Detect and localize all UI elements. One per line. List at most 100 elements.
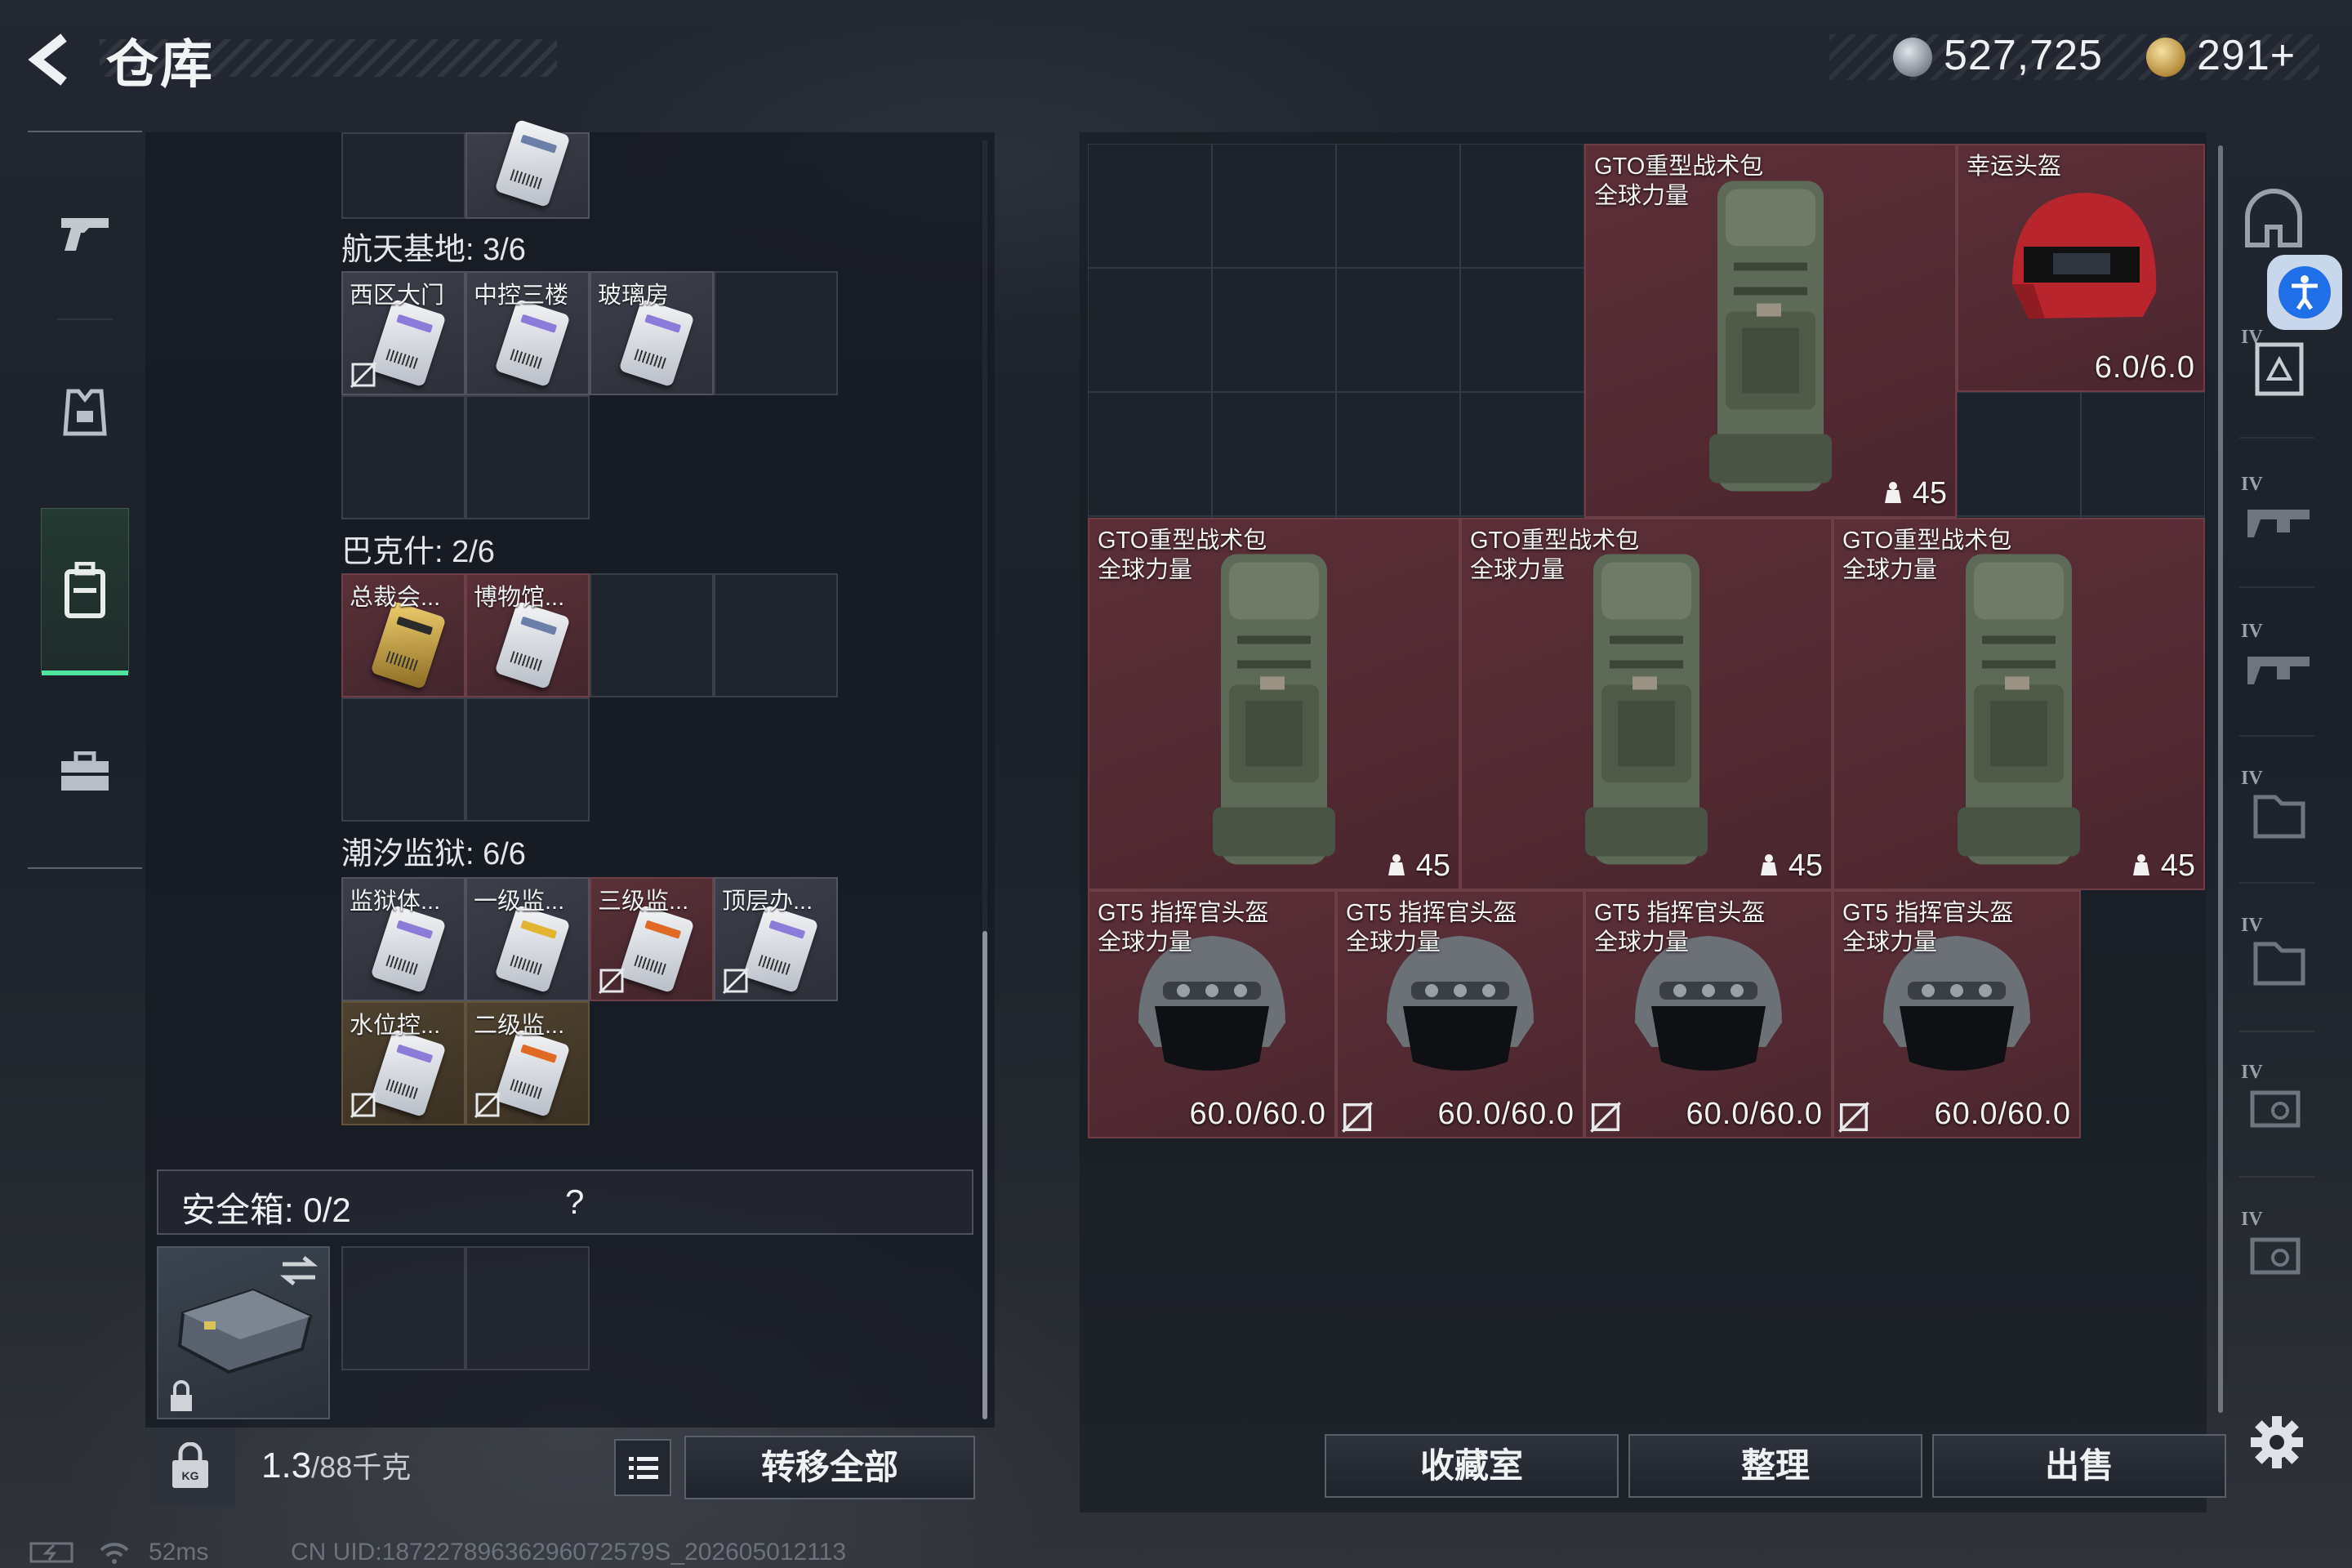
grid-cell (590, 573, 714, 697)
equip-slot-weapon[interactable]: IV (2241, 621, 2313, 702)
keycard-icon (618, 298, 695, 388)
equip-slot-vest[interactable]: IV (2241, 768, 2313, 849)
transfer-all-button[interactable]: 转移全部 (684, 1436, 975, 1499)
rail-separator (57, 318, 113, 320)
item-name-line2: 全球力量 (1842, 929, 1938, 956)
gear-category[interactable] (41, 719, 129, 825)
item-name: 幸运头盔 (1967, 152, 2061, 181)
item-label: 顶层办... (722, 889, 813, 915)
keycard-item[interactable]: 二级监... (466, 1001, 590, 1125)
grid-cell (1336, 144, 1460, 268)
helmet-item[interactable]: GT5 指挥官头盔 全球力量 60.0/60.0 (1088, 890, 1336, 1138)
rail-top-border (28, 131, 142, 132)
equip-slot-vest[interactable]: IV (2241, 915, 2313, 996)
rifle-slot-icon (2247, 510, 2310, 537)
equip-slot-weapon[interactable]: IV (2241, 474, 2313, 555)
map-group-label: 潮汐监狱: 6/6 (341, 837, 526, 871)
silver-coin-icon (1893, 38, 1932, 77)
rifle-slot-icon (2247, 657, 2310, 684)
accessibility-icon (2278, 266, 2331, 318)
keycard-item[interactable]: 监狱体... (341, 877, 466, 1001)
backpack-icon (65, 562, 105, 618)
item-name-line1: GT5 指挥官头盔 (1346, 900, 1517, 926)
capacity-readout: 45 (1758, 849, 1823, 884)
item-name-line1: GTO重型战术包 (1470, 528, 1640, 554)
safe-case-item[interactable] (157, 1246, 330, 1419)
equip-slot-pouch[interactable]: IV (2241, 1209, 2313, 1290)
grid-cell (1460, 392, 1584, 516)
grid-cell (1957, 392, 2081, 516)
item-name-line2: 全球力量 (1594, 929, 1690, 956)
no-trade-icon (350, 361, 377, 389)
item-name-line2: 全球力量 (1842, 557, 1938, 583)
vest-slot-icon (2253, 795, 2305, 839)
keycard-item[interactable]: 水位控... (341, 1001, 466, 1125)
keycard-item[interactable]: 总裁会... (341, 573, 466, 697)
keycard-icon (742, 904, 819, 994)
sell-button[interactable]: 出售 (1932, 1434, 2226, 1498)
keycard-item[interactable]: 中控三楼 (466, 271, 590, 395)
keycard-item-partial[interactable] (466, 118, 590, 219)
weapons-category[interactable] (41, 180, 129, 286)
grid-cell (1336, 268, 1460, 392)
no-trade-icon (350, 1091, 377, 1119)
item-label: 玻璃房 (598, 283, 670, 309)
settings-gear-icon[interactable] (2247, 1413, 2306, 1472)
equip-slot-pouch[interactable]: IV (2241, 1062, 2313, 1143)
tier-label: IV (2241, 1209, 2263, 1230)
organize-button[interactable]: 整理 (1628, 1434, 1922, 1498)
container-scrollbar[interactable] (2218, 145, 2223, 1413)
list-view-button[interactable] (614, 1439, 671, 1496)
item-name: GTO重型战术包 全球力量 (1098, 526, 1267, 585)
grid-cell (466, 1246, 590, 1370)
backpack-item[interactable]: GTO重型战术包 全球力量 45 (1088, 518, 1460, 890)
collection-room-button[interactable]: 收藏室 (1325, 1434, 1619, 1498)
equip-slot-backpack[interactable]: IV (2241, 327, 2313, 408)
helmet-item[interactable]: GT5 指挥官头盔 全球力量 60.0/60.0 (1336, 890, 1584, 1138)
helmet-item[interactable]: 幸运头盔 6.0/6.0 (1957, 144, 2205, 392)
armor-category[interactable] (41, 359, 129, 466)
back-arrow-icon[interactable] (24, 31, 82, 88)
item-name-line2: 全球力量 (1346, 929, 1441, 956)
keycard-item[interactable]: 博物馆... (466, 573, 590, 697)
gold-currency-amount[interactable]: 291+ (2197, 31, 2296, 80)
capacity-value: 45 (2160, 849, 2195, 883)
keycard-item[interactable]: 三级监... (590, 877, 714, 1001)
red-helmet-icon (2012, 193, 2157, 318)
lock-icon (171, 1380, 192, 1411)
backpack-icon (1196, 538, 1352, 885)
item-name-line1: GTO重型战术包 (1098, 528, 1267, 554)
accessibility-button[interactable] (2267, 255, 2342, 330)
grid-cell (1088, 392, 1212, 516)
item-name-line2: 全球力量 (1098, 929, 1193, 956)
secure-case-icon (177, 1288, 313, 1374)
grid-cell (1212, 268, 1336, 392)
swap-icon[interactable] (279, 1254, 318, 1287)
keycard-item[interactable]: 西区大门 (341, 271, 466, 395)
helmet-item[interactable]: GT5 指挥官头盔 全球力量 60.0/60.0 (1584, 890, 1833, 1138)
item-name: GTO重型战术包 全球力量 (1594, 152, 1763, 211)
stash-scrollbar[interactable] (982, 931, 987, 1419)
backpack-item[interactable]: GTO重型战术包 全球力量 45 (1460, 518, 1833, 890)
wifi-icon (100, 1543, 129, 1564)
backpack-item[interactable]: GTO重型战术包 全球力量 45 (1833, 518, 2205, 890)
helmet-item[interactable]: GT5 指挥官头盔 全球力量 60.0/60.0 (1833, 890, 2081, 1138)
keycard-icon (370, 600, 447, 690)
keycard-item[interactable]: 顶层办... (714, 877, 838, 1001)
help-icon[interactable]: ? (565, 1183, 584, 1222)
item-name-line1: GT5 指挥官头盔 (1594, 900, 1766, 926)
no-trade-icon (1590, 1102, 1621, 1133)
backpack-icon (1693, 165, 1848, 512)
keycard-icon (370, 298, 447, 388)
stash-category[interactable] (41, 508, 129, 675)
keycard-item[interactable]: 一级监... (466, 877, 590, 1001)
item-name: GT5 指挥官头盔 全球力量 (1842, 898, 2013, 957)
item-name: GT5 指挥官头盔 全球力量 (1594, 898, 1765, 957)
backpack-slot-icon (2255, 342, 2304, 396)
no-trade-icon (1838, 1102, 1869, 1133)
backpack-item[interactable]: GTO重型战术包 全球力量 45 (1584, 144, 1957, 518)
keycard-item[interactable]: 玻璃房 (590, 271, 714, 395)
no-trade-icon (598, 967, 626, 995)
capacity-readout: 45 (1882, 476, 1947, 511)
weight-value: 1.3 (261, 1446, 312, 1486)
